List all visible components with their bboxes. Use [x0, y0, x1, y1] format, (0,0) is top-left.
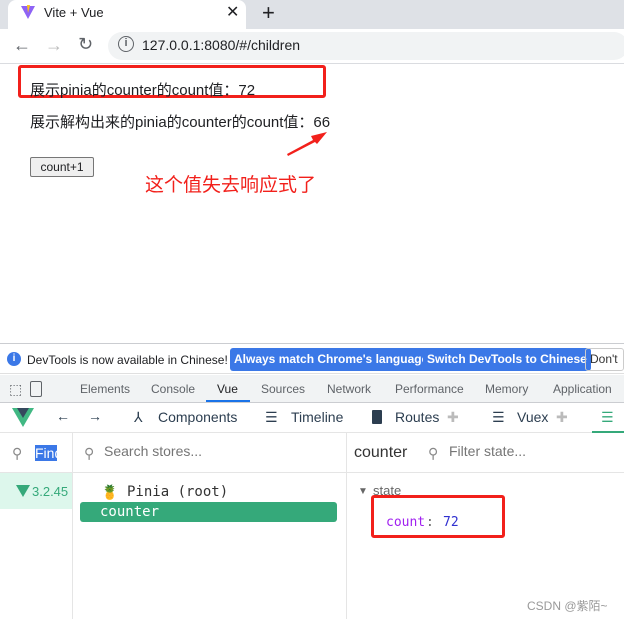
- state-key: count: [386, 515, 426, 530]
- divider: [346, 433, 347, 619]
- match-language-button[interactable]: Always match Chrome's language: [230, 348, 433, 371]
- back-icon[interactable]: ←: [56, 408, 70, 424]
- active-vue-tab-indicator: [592, 431, 624, 433]
- vue-tab-components[interactable]: Components: [158, 409, 237, 425]
- vite-logo-icon: [21, 5, 35, 19]
- pinia-tab-icon[interactable]: ☰: [601, 409, 614, 426]
- pinia-root-item[interactable]: Pinia (root): [127, 484, 228, 500]
- info-icon[interactable]: i: [118, 36, 134, 52]
- state-header: counter: [354, 444, 408, 461]
- timeline-icon: ☰: [265, 409, 278, 425]
- plugin-icon: ✚: [447, 409, 459, 425]
- vue-logo-icon: [16, 485, 30, 497]
- tab-elements[interactable]: Elements: [80, 382, 130, 396]
- pineapple-icon: 🍍: [101, 484, 119, 500]
- find-input[interactable]: Find: [35, 445, 57, 461]
- search-stores-input[interactable]: [104, 443, 304, 459]
- annotation-text: 这个值失去响应式了: [145, 175, 317, 196]
- count-increment-button[interactable]: count+1: [30, 157, 94, 177]
- collapse-icon[interactable]: ▼: [358, 486, 368, 497]
- reload-icon[interactable]: ↻: [78, 34, 93, 55]
- info-icon: i: [7, 352, 21, 366]
- tab-title: Vite + Vue: [44, 5, 104, 20]
- vuex-icon: ☰: [492, 409, 505, 425]
- pinia-count-text: 展示pinia的counter的count值：72: [30, 82, 256, 99]
- arrow-annotation-icon: [287, 132, 327, 156]
- components-icon: ⅄: [134, 409, 143, 425]
- search-icon: ⚲: [428, 445, 439, 461]
- filter-state-input[interactable]: [449, 443, 619, 459]
- divider: [0, 472, 624, 473]
- switch-chinese-button[interactable]: Switch DevTools to Chinese: [423, 348, 591, 371]
- tab-application[interactable]: Application: [553, 382, 612, 396]
- divider: [72, 433, 73, 619]
- watermark: CSDN @紫陌~: [527, 599, 608, 613]
- forward-icon[interactable]: →: [88, 408, 102, 424]
- search-icon: ⚲: [84, 445, 95, 461]
- store-name: counter: [100, 504, 160, 520]
- info-text: DevTools is now available in Chinese!: [27, 353, 228, 367]
- inspect-element-icon[interactable]: ⬚: [9, 381, 22, 398]
- tab-console[interactable]: Console: [151, 382, 195, 396]
- plugin-icon: ✚: [556, 409, 568, 425]
- tab-network[interactable]: Network: [327, 382, 371, 396]
- dont-show-button[interactable]: Don't s: [585, 348, 624, 387]
- device-toolbar-icon[interactable]: [30, 381, 42, 397]
- active-tab-indicator: [206, 400, 250, 402]
- tab-sources[interactable]: Sources: [261, 382, 305, 396]
- url-text[interactable]: 127.0.0.1:8080/#/children: [142, 37, 300, 53]
- tab-memory[interactable]: Memory: [485, 382, 528, 396]
- back-icon[interactable]: ←: [13, 35, 31, 56]
- new-tab-icon[interactable]: +: [262, 0, 275, 26]
- vue-tab-routes[interactable]: Routes: [395, 409, 439, 425]
- vue-version: 3.2.45: [32, 484, 69, 499]
- vue-tab-timeline[interactable]: Timeline: [291, 409, 343, 425]
- vue-tab-vuex[interactable]: Vuex: [517, 409, 548, 425]
- tab-performance[interactable]: Performance: [395, 382, 464, 396]
- search-icon: ⚲: [12, 445, 23, 461]
- close-tab-icon[interactable]: ✕: [226, 2, 239, 22]
- routes-icon: [372, 410, 382, 424]
- vue-logo-icon: [12, 408, 34, 427]
- forward-icon[interactable]: →: [45, 35, 63, 56]
- colon: :: [426, 515, 434, 530]
- state-value: 72: [443, 515, 459, 530]
- tab-vue[interactable]: Vue: [217, 382, 238, 396]
